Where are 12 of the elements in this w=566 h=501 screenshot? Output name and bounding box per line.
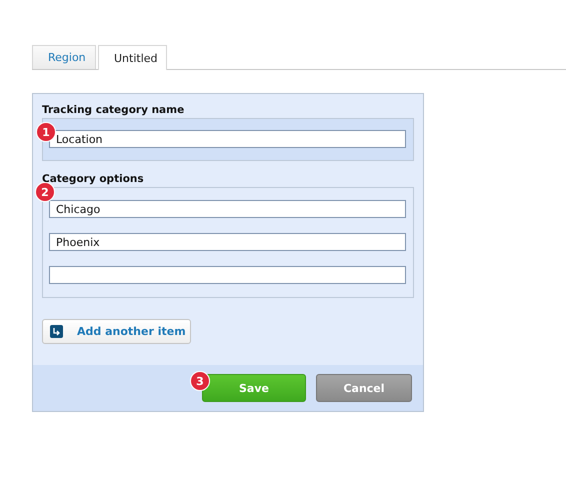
tab[interactable]: Untitled: [98, 45, 167, 70]
step-marker: 3: [190, 371, 210, 391]
arrow-icon: [50, 325, 63, 338]
add-item-button[interactable]: Add another item: [42, 319, 191, 344]
input-field[interactable]: Phoenix: [49, 233, 406, 251]
section-label: Category options: [42, 173, 145, 185]
tab[interactable]: Region: [32, 45, 96, 69]
input-field[interactable]: [49, 266, 406, 284]
section-label: Tracking category name: [42, 104, 186, 116]
input-field[interactable]: Chicago: [49, 200, 406, 218]
input-field[interactable]: Location: [49, 130, 406, 148]
step-marker: 2: [35, 182, 55, 202]
